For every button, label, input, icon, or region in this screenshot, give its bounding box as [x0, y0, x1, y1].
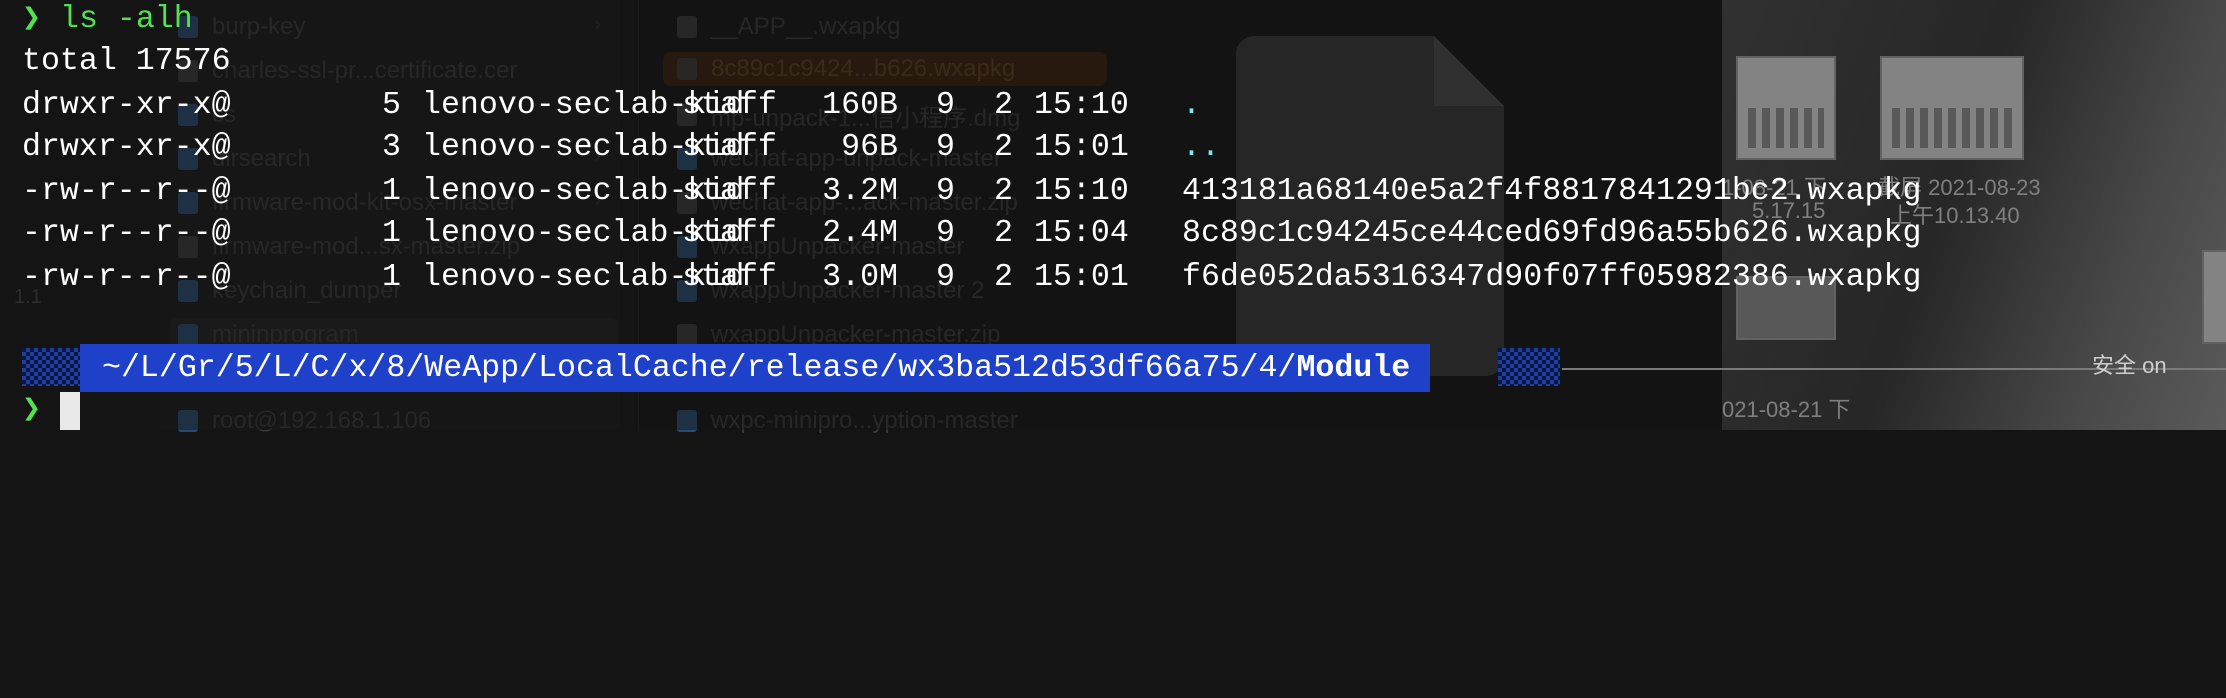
command-line: ❯ ls -alh [22, 0, 193, 40]
entry-day: 2 [994, 216, 1013, 251]
entry-links: 3 [382, 130, 401, 165]
desktop-file-label: 安全 on [2092, 353, 2167, 378]
entry-month: 9 [936, 174, 955, 209]
entry-links: 1 [382, 216, 401, 251]
path-prefix: ~/L/Gr/5/L/C/x/8/WeApp/LocalCache/releas… [102, 350, 1297, 386]
entry-time: 15:10 [1034, 174, 1129, 209]
entry-group: staff [682, 174, 777, 209]
entry-time: 15:01 [1034, 260, 1129, 295]
entry-name: 413181a68140e5a2f4f8817841291bc2.wxapkg [1182, 174, 1922, 209]
total-line: total 17576 [22, 44, 231, 79]
current-path: ~/L/Gr/5/L/C/x/8/WeApp/LocalCache/releas… [80, 344, 1431, 392]
entry-month: 9 [936, 216, 955, 251]
entry-permissions: -rw-r--r--@ [22, 174, 231, 209]
entry-day: 2 [994, 130, 1013, 165]
entry-group: staff [682, 88, 777, 123]
listing-row: drwxr-xr-x@ 3 lenovo-seclab-kid staff 96… [22, 128, 2022, 168]
prompt-symbol: ❯ [22, 2, 42, 37]
command-text: ls -alh [60, 2, 193, 37]
entry-month: 9 [936, 88, 955, 123]
entry-day: 2 [994, 260, 1013, 295]
path-current-dir: Module [1296, 350, 1411, 386]
path-bar-pattern [22, 348, 82, 386]
entry-links: 1 [382, 260, 401, 295]
entry-time: 15:04 [1034, 216, 1129, 251]
entry-name: 8c89c1c94245ce44ced69fd96a55b626.wxapkg [1182, 216, 1922, 251]
text-cursor [60, 392, 80, 430]
entry-size: 160B [822, 88, 898, 123]
entry-name: . [1182, 88, 1201, 123]
entry-day: 2 [994, 174, 1013, 209]
entry-name: .. [1182, 130, 1220, 165]
entry-month: 9 [936, 260, 955, 295]
listing-row: -rw-r--r--@ 1 lenovo-seclab-kid staff 3.… [22, 258, 2022, 298]
listing-row: drwxr-xr-x@ 5 lenovo-seclab-kid staff 16… [22, 86, 2022, 126]
prompt-symbol: ❯ [22, 393, 42, 428]
terminal-window[interactable]: ❯ ls -alh total 17576 drwxr-xr-x@ 5 leno… [0, 0, 2226, 430]
entry-group: staff [682, 260, 777, 295]
entry-size: 3.2M [822, 174, 898, 209]
entry-group: staff [682, 216, 777, 251]
entry-size: 3.0M [822, 260, 898, 295]
prompt-path-bar: ~/L/Gr/5/L/C/x/8/WeApp/LocalCache/releas… [0, 344, 2226, 392]
entry-day: 2 [994, 88, 1013, 123]
listing-row: -rw-r--r--@ 1 lenovo-seclab-kid staff 2.… [22, 214, 2022, 254]
entry-permissions: -rw-r--r--@ [22, 216, 231, 251]
path-bar-pattern [1498, 348, 1560, 386]
entry-month: 9 [936, 130, 955, 165]
entry-time: 15:01 [1034, 130, 1129, 165]
entry-permissions: drwxr-xr-x@ [22, 88, 231, 123]
listing-row: -rw-r--r--@ 1 lenovo-seclab-kid staff 3.… [22, 172, 2022, 212]
entry-size: 2.4M [822, 216, 898, 251]
entry-size: 96B [841, 130, 898, 165]
entry-time: 15:10 [1034, 88, 1129, 123]
entry-name: f6de052da5316347d90f07ff05982386.wxapkg [1182, 260, 1922, 295]
entry-permissions: -rw-r--r--@ [22, 260, 231, 295]
entry-links: 1 [382, 174, 401, 209]
entry-permissions: drwxr-xr-x@ [22, 130, 231, 165]
entry-group: staff [682, 130, 777, 165]
entry-links: 5 [382, 88, 401, 123]
active-prompt[interactable]: ❯ [22, 392, 41, 430]
